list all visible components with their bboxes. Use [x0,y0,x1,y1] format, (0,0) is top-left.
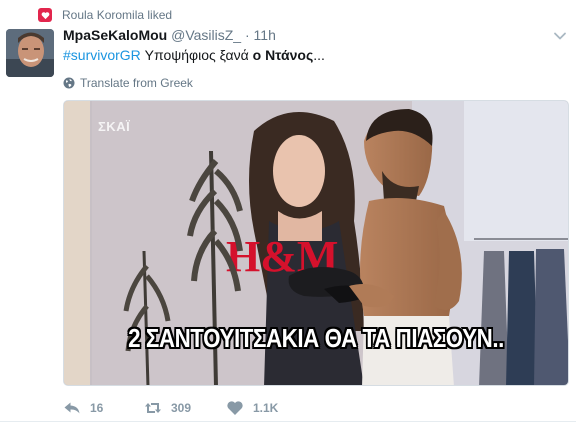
image-caption: 2 ΣΑΝΤΟΥΙΤΣΑΚΙΑ ΘΑ ΤΑ ΠΙΑΣΟΥΝ.. [128,323,504,353]
avatar[interactable] [6,29,54,77]
display-name[interactable]: MpaSeKaloMou [63,27,167,43]
media-image[interactable]: H&M ΣΚΑΪ 2 ΣΑΝΤΟΥΙΤΣΑΚΙΑ ΘΑ ΤΑ ΠΙΑΣΟΥΝ.. [63,100,569,386]
liked-by-text[interactable]: Roula Koromila liked [62,8,172,22]
globe-icon [63,77,75,89]
heart-badge-icon [38,8,52,22]
like-button[interactable]: 1.1K [226,399,278,417]
like-count: 1.1K [253,401,279,415]
reply-icon [64,402,80,414]
tweet-actions: 16 309 1.1K [63,398,278,418]
tweet-text-bold: ο Ντάνος [252,47,314,63]
tweet-text: #survivorGR Υποψήφιος ξανά ο Ντάνος... [63,47,325,63]
separator-dot: · [244,27,250,43]
channel-logo: ΣΚΑΪ [98,119,131,134]
reply-count: 16 [90,401,104,415]
hashtag-link[interactable]: #survivorGR [63,47,141,63]
reply-button[interactable]: 16 [63,399,144,417]
tweet-timestamp[interactable]: 11h [254,27,276,43]
retweet-icon [145,403,161,413]
tweet-text-plain: Υποψήφιος ξανά [140,47,253,63]
tweet-text-end: ... [313,47,325,63]
user-handle[interactable]: @VasilisZ_ [171,27,241,43]
translate-link[interactable]: Translate from Greek [63,76,193,90]
retweet-button[interactable]: 309 [144,399,226,417]
chevron-down-icon[interactable] [552,28,568,44]
tweet-header: MpaSeKaloMou @VasilisZ_ · 11h [63,27,276,43]
heart-icon [227,401,243,415]
social-context: Roula Koromila liked [38,7,172,23]
retweet-count: 309 [171,401,192,415]
translate-label: Translate from Greek [80,76,193,90]
